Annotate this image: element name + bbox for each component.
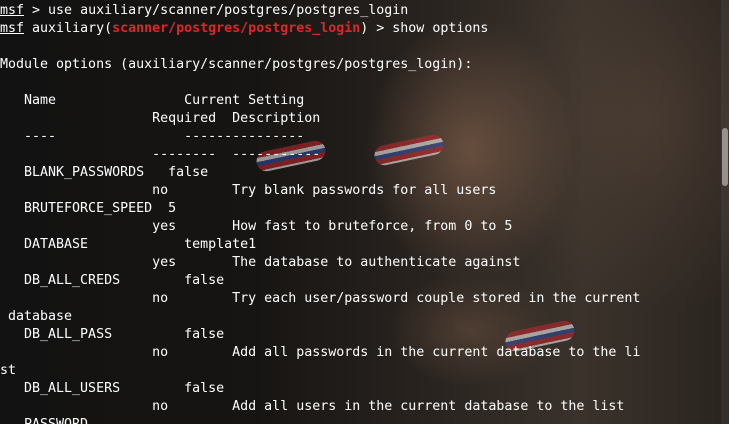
vertical-scrollbar[interactable]	[721, 0, 729, 424]
column-header-row: Required Description	[0, 111, 321, 126]
option-wrap-line: st	[0, 363, 17, 378]
option-detail-line: no Add all users in the current database…	[0, 399, 625, 414]
use-command: > use auxiliary/scanner/postgres/postgre…	[24, 3, 409, 18]
option-detail-line: no Try each user/password couple stored …	[0, 291, 641, 306]
option-name-line: PASSWORD	[0, 416, 88, 424]
column-separator-row: ---- ---------------	[0, 129, 305, 144]
column-separator-row: -------- -----------	[0, 147, 321, 162]
option-name-line: DB_ALL_CREDS false	[0, 273, 225, 288]
module-name: scanner/postgres/postgres_login	[112, 21, 361, 36]
terminal-window[interactable]: msf > use auxiliary/scanner/postgres/pos…	[0, 0, 729, 424]
option-detail-line: yes The database to authenticate against	[0, 255, 521, 270]
option-name-line: DATABASE template1	[0, 237, 257, 252]
scrollbar-thumb[interactable]	[722, 128, 728, 186]
command-line-use: msf > use auxiliary/scanner/postgres/pos…	[0, 2, 408, 20]
msf-prompt: msf	[0, 3, 25, 18]
option-name-line: DB_ALL_USERS false	[0, 381, 225, 396]
module-options-header: Module options (auxiliary/scanner/postgr…	[0, 57, 473, 72]
option-name-line: BLANK_PASSWORDS false	[0, 165, 209, 180]
option-name-line: DB_ALL_PASS false	[0, 327, 225, 342]
option-detail-line: no Add all passwords in the current data…	[0, 345, 641, 360]
option-detail-line: yes How fast to bruteforce, from 0 to 5	[0, 219, 513, 234]
command-line-show-options: msf auxiliary(scanner/postgres/postgres_…	[0, 20, 488, 38]
msf-prompt: msf	[0, 21, 25, 36]
aux-prefix: auxiliary(	[24, 21, 113, 36]
wallpaper-decoration	[372, 132, 446, 168]
option-wrap-line: database	[0, 309, 73, 324]
show-options-command: ) > show options	[360, 21, 489, 36]
column-header-row: Name Current Setting	[0, 93, 305, 108]
option-detail-line: no Try blank passwords for all users	[0, 183, 497, 198]
option-name-line: BRUTEFORCE_SPEED 5	[0, 201, 177, 216]
